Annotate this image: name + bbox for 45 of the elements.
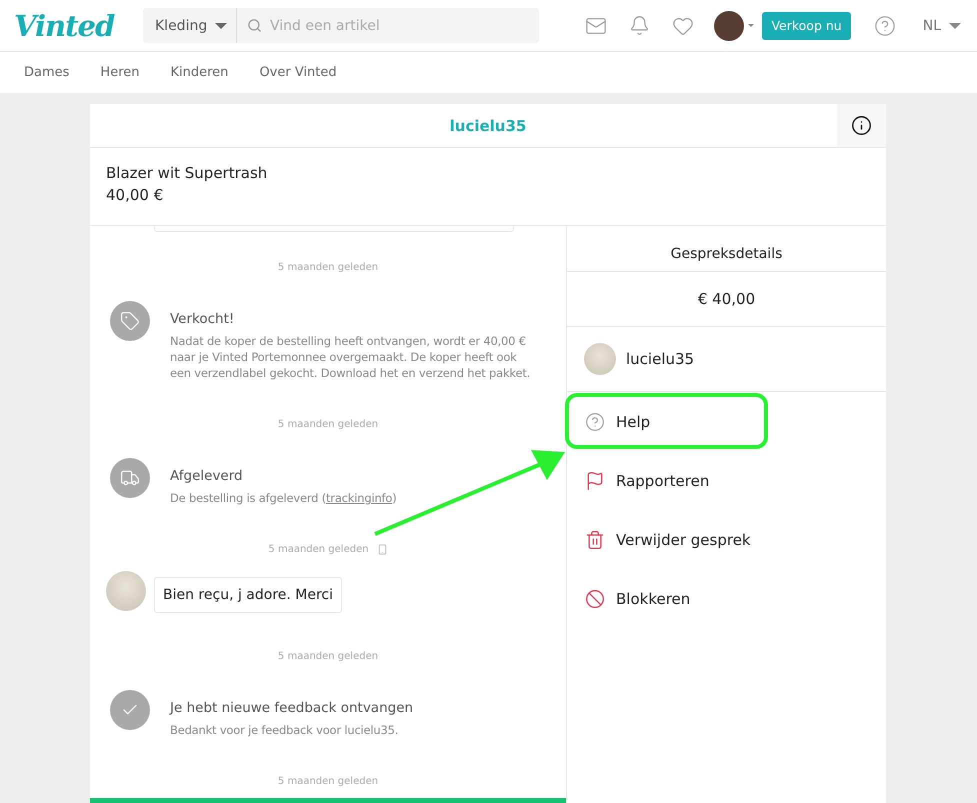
search-box[interactable]: Vind een artikel (237, 8, 539, 43)
user-avatar (106, 571, 146, 611)
action-item[interactable]: Blokkeren (567, 569, 886, 628)
timestamp: 5 maanden geleden (278, 651, 378, 662)
help-icon (585, 412, 605, 432)
trash-icon (585, 530, 605, 550)
help-icon[interactable] (874, 14, 896, 36)
timestamp: 5 maanden geleden (278, 419, 378, 430)
language-dropdown[interactable]: NL (916, 16, 967, 34)
nav-link[interactable]: Dames (24, 65, 70, 80)
details-price: € 40,00 (698, 290, 756, 308)
flag-icon (585, 470, 605, 490)
event-title: Je hebt nieuwe feedback ontvangen (170, 700, 414, 716)
user-avatar[interactable] (714, 10, 754, 40)
item-title: Blazer wit Supertrash (106, 164, 268, 182)
nav-link[interactable]: Heren (100, 65, 140, 80)
action-item[interactable]: Rapporteren (567, 451, 886, 510)
action-item[interactable]: Verwijder gesprek (567, 510, 886, 569)
search-icon (247, 18, 262, 33)
bell-icon[interactable] (629, 15, 650, 36)
check-icon (110, 690, 150, 730)
tag-icon (110, 301, 150, 341)
details-title: Gespreksdetails (670, 246, 782, 262)
event-title: Verkocht! (170, 311, 236, 327)
info-button[interactable] (837, 104, 886, 147)
event-text: De bestelling is afgeleverd (trackinginfo) (170, 490, 397, 506)
nav-link[interactable]: Kinderen (170, 65, 228, 80)
timestamp: 5 maanden geleden (268, 544, 369, 555)
timestamp: 5 maanden geleden (278, 262, 378, 273)
category-dropdown[interactable]: Kleding (143, 8, 237, 43)
truck-icon (110, 458, 150, 498)
tracking-link[interactable]: trackinginfo (326, 491, 392, 505)
info-icon (851, 115, 872, 136)
message-bubble: Bien reçu, j adore. Merci (154, 577, 342, 613)
event-text: Bedankt voor je feedback voor lucielu35. (170, 722, 400, 738)
action-item[interactable]: Help (567, 392, 886, 451)
phone-icon (376, 544, 388, 555)
event-title: Afgeleverd (170, 468, 244, 484)
nav-link[interactable]: Over Vinted (259, 65, 337, 80)
block-icon (585, 588, 605, 608)
event-text: Nadat de koper de bestelling heeft ontvangen, wordt er 40,00 € naar je Vinted Portemonnee overgemaakt. De koper heeft ook een verzendlabel gekocht. Download het en verzend het pakket. (170, 333, 532, 381)
timestamp: 5 maanden geleden (278, 776, 378, 787)
user-name[interactable]: lucielu35 (626, 350, 694, 368)
search-field[interactable]: Vind een artikel (268, 16, 529, 34)
item-price: 40,00 € (106, 186, 164, 204)
